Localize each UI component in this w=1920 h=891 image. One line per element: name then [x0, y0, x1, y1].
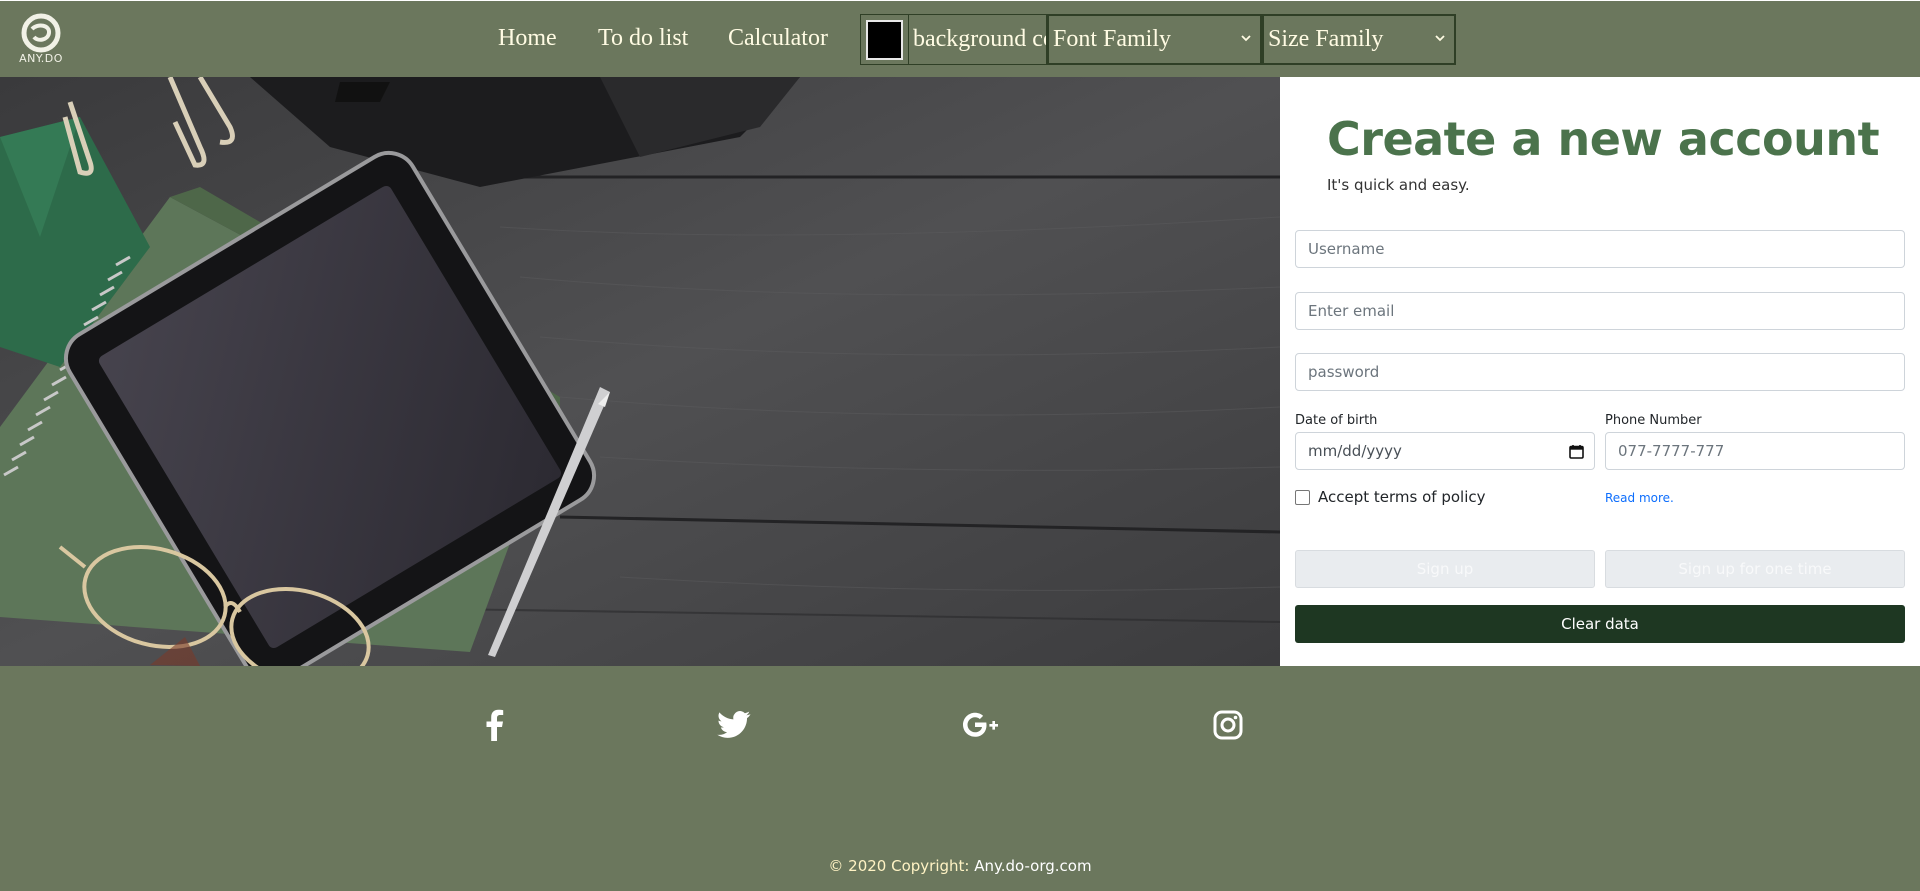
chevron-down-icon — [1241, 35, 1251, 42]
dob-label: Date of birth — [1295, 413, 1378, 428]
background-color-label: background color — [909, 14, 1047, 65]
color-swatch — [866, 19, 903, 60]
read-more-link[interactable]: Read more. — [1605, 491, 1674, 505]
password-input[interactable] — [1295, 353, 1905, 391]
dob-input[interactable]: mm/dd/yyyy — [1295, 432, 1595, 470]
size-family-select[interactable]: Size Family — [1262, 14, 1456, 65]
email-input[interactable] — [1295, 292, 1905, 330]
top-navbar: ANY.DO Home To do list Calculator backgr… — [0, 0, 1920, 77]
facebook-icon[interactable] — [477, 708, 511, 742]
google-plus-glyph — [963, 712, 998, 737]
size-family-value: Size Family — [1268, 26, 1384, 52]
phone-input[interactable] — [1605, 432, 1905, 470]
google-plus-icon[interactable] — [962, 708, 1002, 742]
signup-once-button[interactable]: Sign up for one time — [1605, 550, 1905, 588]
terms-checkbox[interactable] — [1295, 489, 1310, 505]
terms-label: Accept terms of policy — [1318, 488, 1486, 506]
twitter-icon[interactable] — [716, 708, 752, 742]
background-color-picker[interactable] — [860, 14, 909, 65]
clear-data-button[interactable]: Clear data — [1295, 605, 1905, 643]
desk-photo — [0, 77, 1280, 666]
form-title: Create a new account — [1327, 112, 1880, 166]
anydo-logo[interactable]: ANY.DO — [14, 13, 68, 67]
nav-home-link[interactable]: Home — [498, 25, 557, 52]
logo-text: ANY.DO — [19, 52, 63, 65]
instagram-glyph — [1213, 710, 1243, 740]
hero-desk-image — [0, 77, 1280, 666]
phone-label: Phone Number — [1605, 413, 1702, 428]
signup-button[interactable]: Sign up — [1295, 550, 1595, 588]
twitter-glyph — [717, 711, 751, 738]
terms-row: Accept terms of policy — [1295, 488, 1485, 506]
chevron-down-icon — [1435, 35, 1445, 42]
logo-mark-icon — [21, 13, 61, 53]
font-family-value: Font Family — [1053, 26, 1172, 52]
calendar-icon[interactable] — [1569, 444, 1584, 459]
nav-calculator-link[interactable]: Calculator — [728, 25, 828, 52]
username-input[interactable] — [1295, 230, 1905, 268]
style-controls: background color Font Family Size Family — [860, 14, 1456, 65]
facebook-glyph — [486, 709, 504, 741]
signup-panel: Create a new account It's quick and easy… — [1280, 77, 1920, 666]
dob-placeholder: mm/dd/yyyy — [1308, 442, 1402, 460]
instagram-icon[interactable] — [1211, 708, 1245, 742]
form-subtitle: It's quick and easy. — [1327, 176, 1470, 194]
copyright: © 2020 Copyright: Any.do-org.com — [0, 857, 1920, 875]
copyright-prefix: © 2020 Copyright: — [828, 857, 975, 875]
copyright-link[interactable]: Any.do-org.com — [974, 857, 1091, 875]
font-family-select[interactable]: Font Family — [1047, 14, 1262, 65]
nav-todo-link[interactable]: To do list — [598, 25, 688, 52]
